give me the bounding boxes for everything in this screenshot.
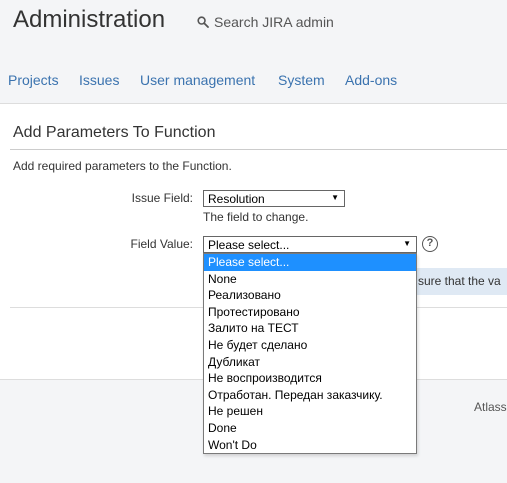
- nav-add-ons[interactable]: Add-ons: [345, 72, 397, 88]
- nav-system[interactable]: System: [278, 72, 325, 88]
- issue-field-description: The field to change.: [203, 210, 309, 224]
- dropdown-arrow-icon: ▼: [403, 239, 411, 248]
- divider: [10, 149, 507, 150]
- option-none[interactable]: None: [204, 271, 416, 288]
- field-value-label: Field Value:: [130, 237, 193, 251]
- admin-nav: Projects Issues User management System A…: [0, 61, 507, 100]
- issue-field-value: Resolution: [208, 192, 265, 206]
- option-tested[interactable]: Протестировано: [204, 304, 416, 321]
- nav-user-management[interactable]: User management: [140, 72, 255, 88]
- nav-issues[interactable]: Issues: [79, 72, 119, 88]
- option-handed-to-customer[interactable]: Отработан. Передан заказчику.: [204, 387, 416, 404]
- nav-projects[interactable]: Projects: [8, 72, 59, 88]
- search-admin-link[interactable]: Search JIRA admin: [197, 13, 334, 31]
- issue-field-label: Issue Field:: [131, 191, 193, 205]
- option-deployed-to-test[interactable]: Залито на ТЕСТ: [204, 320, 416, 337]
- option-please-select[interactable]: Please select...: [204, 254, 416, 271]
- option-duplicate[interactable]: Дубликат: [204, 354, 416, 371]
- issue-field-select[interactable]: Resolution ▼: [203, 190, 345, 207]
- page-title: Add Parameters To Function: [13, 124, 216, 141]
- option-done[interactable]: Done: [204, 420, 416, 437]
- footer-text: Atlass: [474, 400, 507, 414]
- option-realized[interactable]: Реализовано: [204, 287, 416, 304]
- option-unresolved[interactable]: Не решен: [204, 403, 416, 420]
- field-value-select[interactable]: Please select... ▼: [203, 236, 417, 253]
- page-description: Add required parameters to the Function.: [13, 159, 232, 173]
- option-wont-do[interactable]: Won't Do: [204, 437, 416, 454]
- search-label: Search JIRA admin: [214, 14, 334, 30]
- field-value-options-list[interactable]: Please select... None Реализовано Протес…: [203, 253, 417, 455]
- help-icon[interactable]: ?: [422, 236, 438, 252]
- app-title: Administration: [13, 6, 166, 33]
- search-icon: [197, 16, 209, 28]
- option-wont-be-done[interactable]: Не будет сделано: [204, 337, 416, 354]
- dropdown-arrow-icon: ▼: [331, 193, 339, 202]
- warning-message: sure that the va: [412, 268, 507, 295]
- option-cannot-reproduce[interactable]: Не воспроизводится: [204, 370, 416, 387]
- field-value-current: Please select...: [208, 238, 290, 252]
- header: Administration Search JIRA admin: [0, 0, 507, 60]
